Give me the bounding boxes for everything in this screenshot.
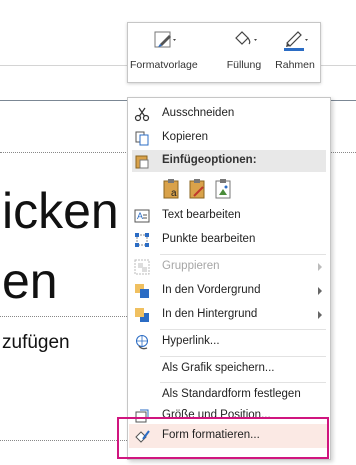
menu-item-label: Punkte bearbeiten: [162, 233, 256, 245]
outline-button[interactable]: Rahmen: [270, 25, 320, 81]
menu-item-hyperlink[interactable]: Hyperlink...: [128, 330, 330, 354]
menu-item-label: In den Vordergrund: [162, 284, 261, 296]
submenu-arrow-icon: [318, 311, 322, 319]
menu-item-label: In den Hintergrund: [162, 308, 258, 320]
text-box-icon: A: [134, 209, 150, 223]
pen-outline-icon: [284, 31, 308, 51]
send-to-back-icon: [135, 308, 149, 322]
paint-bucket-icon: [234, 31, 257, 49]
svg-text:a: a: [171, 188, 177, 199]
format-style-label: Formatvorlage: [130, 59, 198, 71]
menu-item-send-to-back[interactable]: In den Hintergrund: [128, 303, 330, 327]
fill-button[interactable]: Füllung: [220, 25, 268, 81]
submenu-arrow-icon: [318, 263, 322, 271]
menu-item-label: Ausschneiden: [162, 107, 235, 119]
menu-item-copy[interactable]: Kopieren: [128, 126, 330, 150]
menu-item-label: Als Standardform festlegen: [162, 388, 301, 400]
menu-item-cut[interactable]: Ausschneiden: [128, 102, 330, 126]
menu-item-group: Gruppieren: [128, 255, 330, 279]
paste-keep-source-icon[interactable]: a: [162, 178, 182, 200]
menu-item-label: Kopieren: [162, 131, 209, 143]
placeholder-dotted-border-3: [0, 440, 127, 441]
menu-item-edit-points[interactable]: Punkte bearbeiten: [128, 228, 330, 252]
highlight-annotation-box: [117, 417, 329, 459]
mini-toolbar: Formatvorlage Füllung Rahmen: [127, 22, 321, 83]
bring-to-front-icon: [135, 284, 149, 298]
submenu-arrow-icon: [318, 287, 322, 295]
menu-item-label: Text bearbeiten: [162, 209, 241, 221]
subtitle-text: zufügen: [2, 332, 70, 353]
paste-picture-icon[interactable]: [214, 178, 234, 200]
menu-item-label: Gruppieren: [162, 260, 220, 272]
placeholder-dotted-border-2: [0, 316, 127, 317]
format-style-button[interactable]: Formatvorlage: [130, 25, 198, 81]
scissors-icon: [134, 107, 150, 122]
svg-text:A: A: [137, 211, 143, 221]
title-text-line2: en: [2, 253, 58, 309]
group-icon: [134, 259, 150, 275]
menu-item-label: Als Grafik speichern...: [162, 362, 275, 374]
context-menu: Ausschneiden Kopieren Einfügeoptionen: a: [127, 97, 331, 460]
menu-item-label: Hyperlink...: [162, 335, 220, 347]
menu-item-edit-text[interactable]: A Text bearbeiten: [128, 204, 330, 228]
menu-item-bring-to-front[interactable]: In den Vordergrund: [128, 279, 330, 303]
outline-label: Rahmen: [275, 59, 315, 71]
edit-points-icon: [135, 233, 149, 247]
copy-icon: [135, 131, 149, 146]
paste-destination-theme-icon[interactable]: [188, 178, 208, 200]
title-text-line1: icken: [2, 183, 119, 239]
format-style-icon: [154, 31, 176, 48]
hyperlink-icon: [136, 335, 148, 350]
fill-label: Füllung: [226, 59, 262, 71]
clipboard-icon: [135, 155, 149, 169]
menu-item-save-as-picture[interactable]: Als Grafik speichern...: [128, 357, 330, 381]
paste-options-label: Einfügeoptionen:: [162, 154, 257, 166]
paste-options-header: Einfügeoptionen:: [132, 150, 326, 172]
